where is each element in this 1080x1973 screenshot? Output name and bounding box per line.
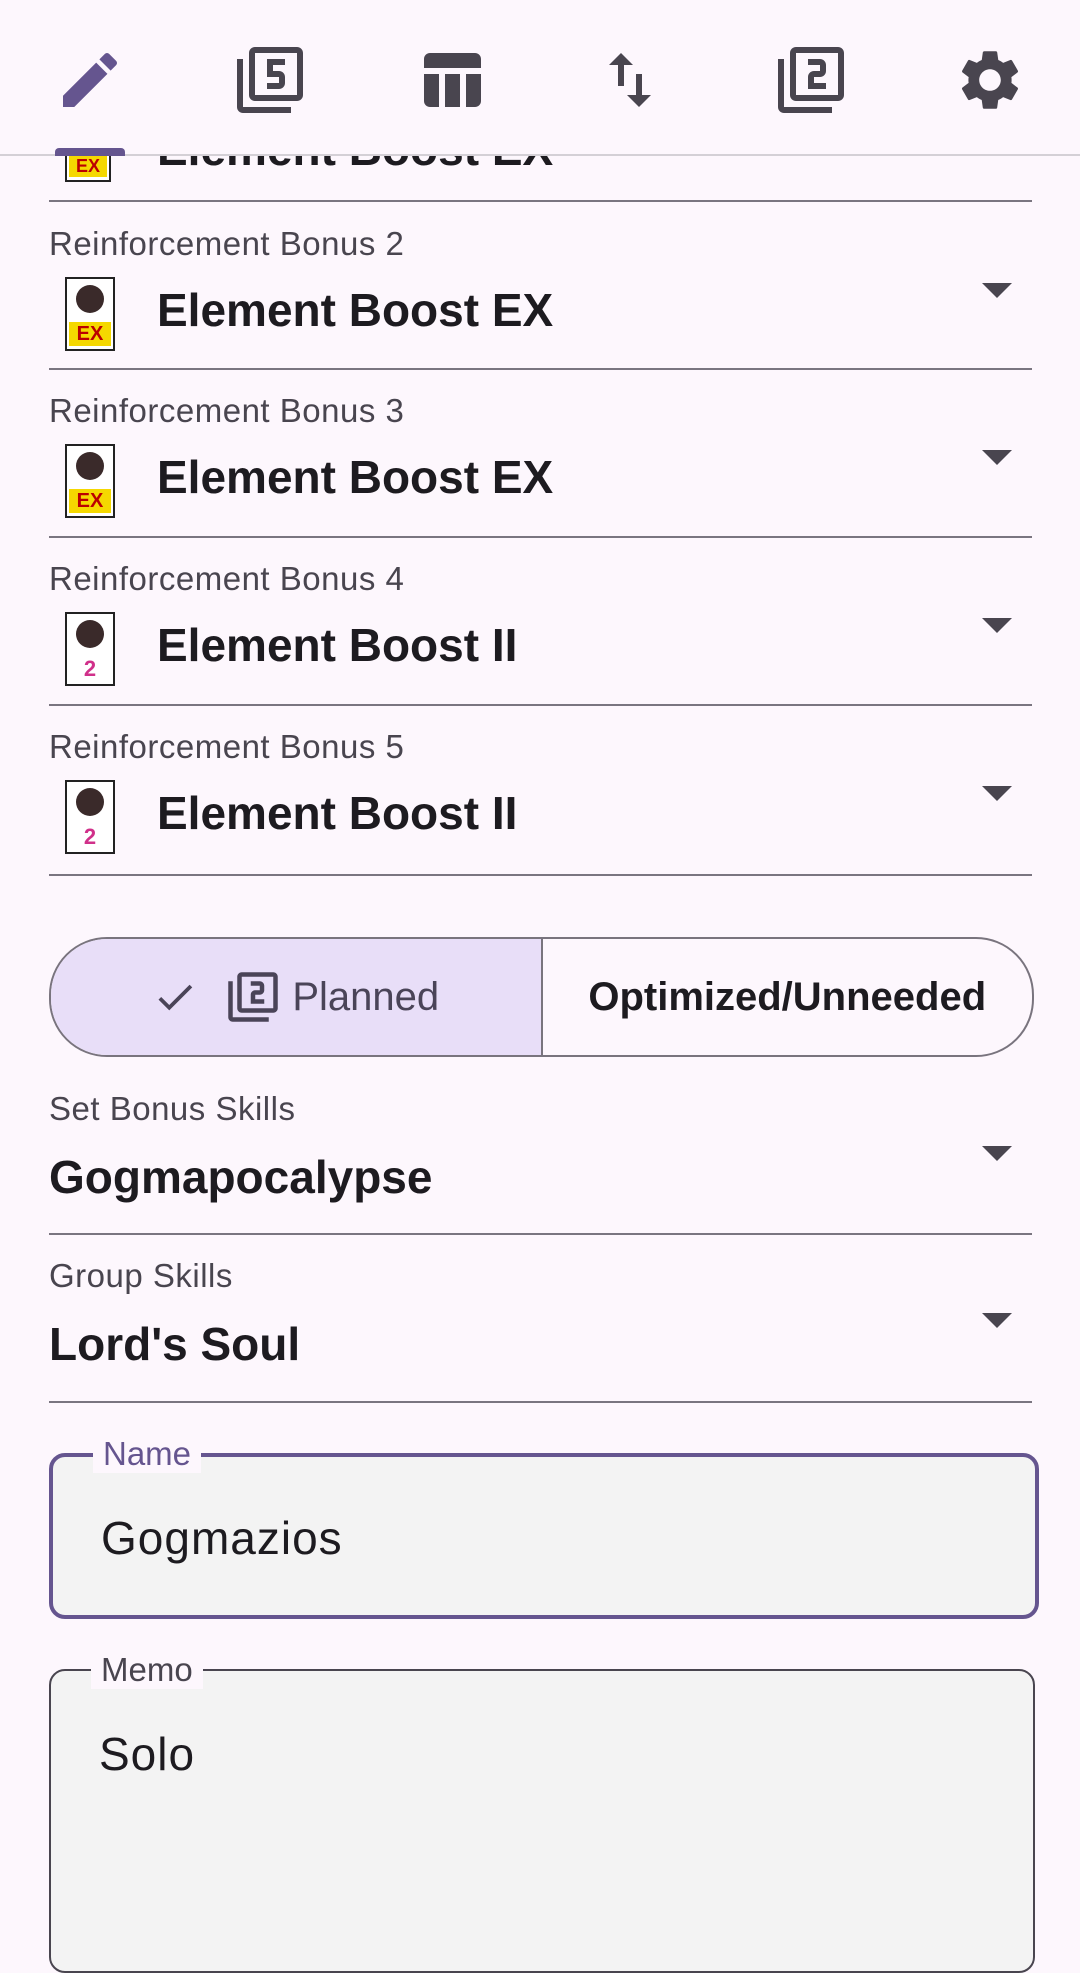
sort-tab[interactable] [585, 35, 675, 125]
reinforcement-bonus-5-dropdown[interactable]: Reinforcement Bonus 5 2 Element Boost II [49, 706, 1032, 876]
pencil-icon [63, 52, 118, 107]
chevron-down-icon [982, 618, 1012, 633]
set-bonus-skills-label: Set Bonus Skills [49, 1090, 296, 1127]
memo-field[interactable]: Memo Solo [49, 1651, 1035, 1973]
chevron-down-icon [982, 1313, 1012, 1328]
optimized-unneeded-label: Optimized/Unneeded [588, 974, 987, 1019]
element-boost-ii-icon: 2 [65, 780, 115, 854]
settings-tab[interactable] [945, 35, 1035, 125]
reinforcement-bonus-3-label: Reinforcement Bonus 3 [49, 392, 405, 429]
reinforcement-bonus-3-dropdown[interactable]: Reinforcement Bonus 3 EX Element Boost E… [49, 370, 1032, 538]
planned-segment[interactable]: Planned [51, 939, 543, 1055]
filter-5-tab[interactable] [225, 35, 315, 125]
swap-vert-icon [609, 53, 651, 107]
active-tab-indicator [55, 148, 125, 156]
reinforcement-bonus-2-label: Reinforcement Bonus 2 [49, 225, 405, 262]
group-skills-label: Group Skills [49, 1257, 233, 1294]
chevron-down-icon [982, 1146, 1012, 1161]
memo-field-label: Memo [91, 1651, 203, 1689]
reinforcement-bonus-4-value: Element Boost II [157, 619, 518, 671]
planned-label: Planned [292, 974, 440, 1019]
reinforcement-bonus-3-value: Element Boost EX [157, 451, 554, 503]
group-skills-value: Lord's Soul [49, 1318, 301, 1370]
reinforcement-bonus-4-label: Reinforcement Bonus 4 [49, 560, 405, 597]
chevron-down-icon [982, 786, 1012, 801]
element-boost-ex-icon: EX [65, 277, 115, 351]
top-navigation-bar [0, 0, 1080, 156]
set-bonus-skills-dropdown[interactable]: Set Bonus Skills Gogmapocalypse [49, 1076, 1032, 1235]
table-icon [424, 53, 481, 107]
chevron-down-icon [982, 450, 1012, 465]
filter-2-tab[interactable] [766, 35, 856, 125]
filter-5-icon [237, 47, 303, 113]
gear-icon [961, 51, 1019, 109]
check-icon [158, 984, 193, 1011]
reinforcement-bonus-2-dropdown[interactable]: Reinforcement Bonus 2 EX Element Boost E… [49, 203, 1032, 370]
name-field-value: Gogmazios [101, 1512, 343, 1564]
chevron-down-icon [982, 283, 1012, 298]
group-skills-dropdown[interactable]: Group Skills Lord's Soul [49, 1235, 1032, 1403]
reinforcement-bonus-5-value: Element Boost II [157, 787, 518, 839]
optimized-unneeded-segment[interactable]: Optimized/Unneeded [543, 939, 1033, 1055]
table-tab[interactable] [406, 35, 496, 125]
filter-2-icon [778, 47, 844, 113]
reinforcement-bonus-5-label: Reinforcement Bonus 5 [49, 728, 405, 765]
filter-2-icon [228, 972, 279, 1022]
plan-status-segmented: Planned Optimized/Unneeded [49, 937, 1034, 1057]
element-boost-ex-icon: EX [65, 444, 115, 518]
edit-tab[interactable] [45, 35, 135, 125]
element-boost-ii-icon: 2 [65, 612, 115, 686]
memo-field-value: Solo [99, 1728, 196, 1780]
name-field-label: Name [93, 1435, 202, 1473]
name-field[interactable]: Name Gogmazios [49, 1435, 1039, 1619]
reinforcement-bonus-4-dropdown[interactable]: Reinforcement Bonus 4 2 Element Boost II [49, 538, 1032, 706]
reinforcement-bonus-2-value: Element Boost EX [157, 284, 554, 336]
set-bonus-skills-value: Gogmapocalypse [49, 1151, 433, 1203]
